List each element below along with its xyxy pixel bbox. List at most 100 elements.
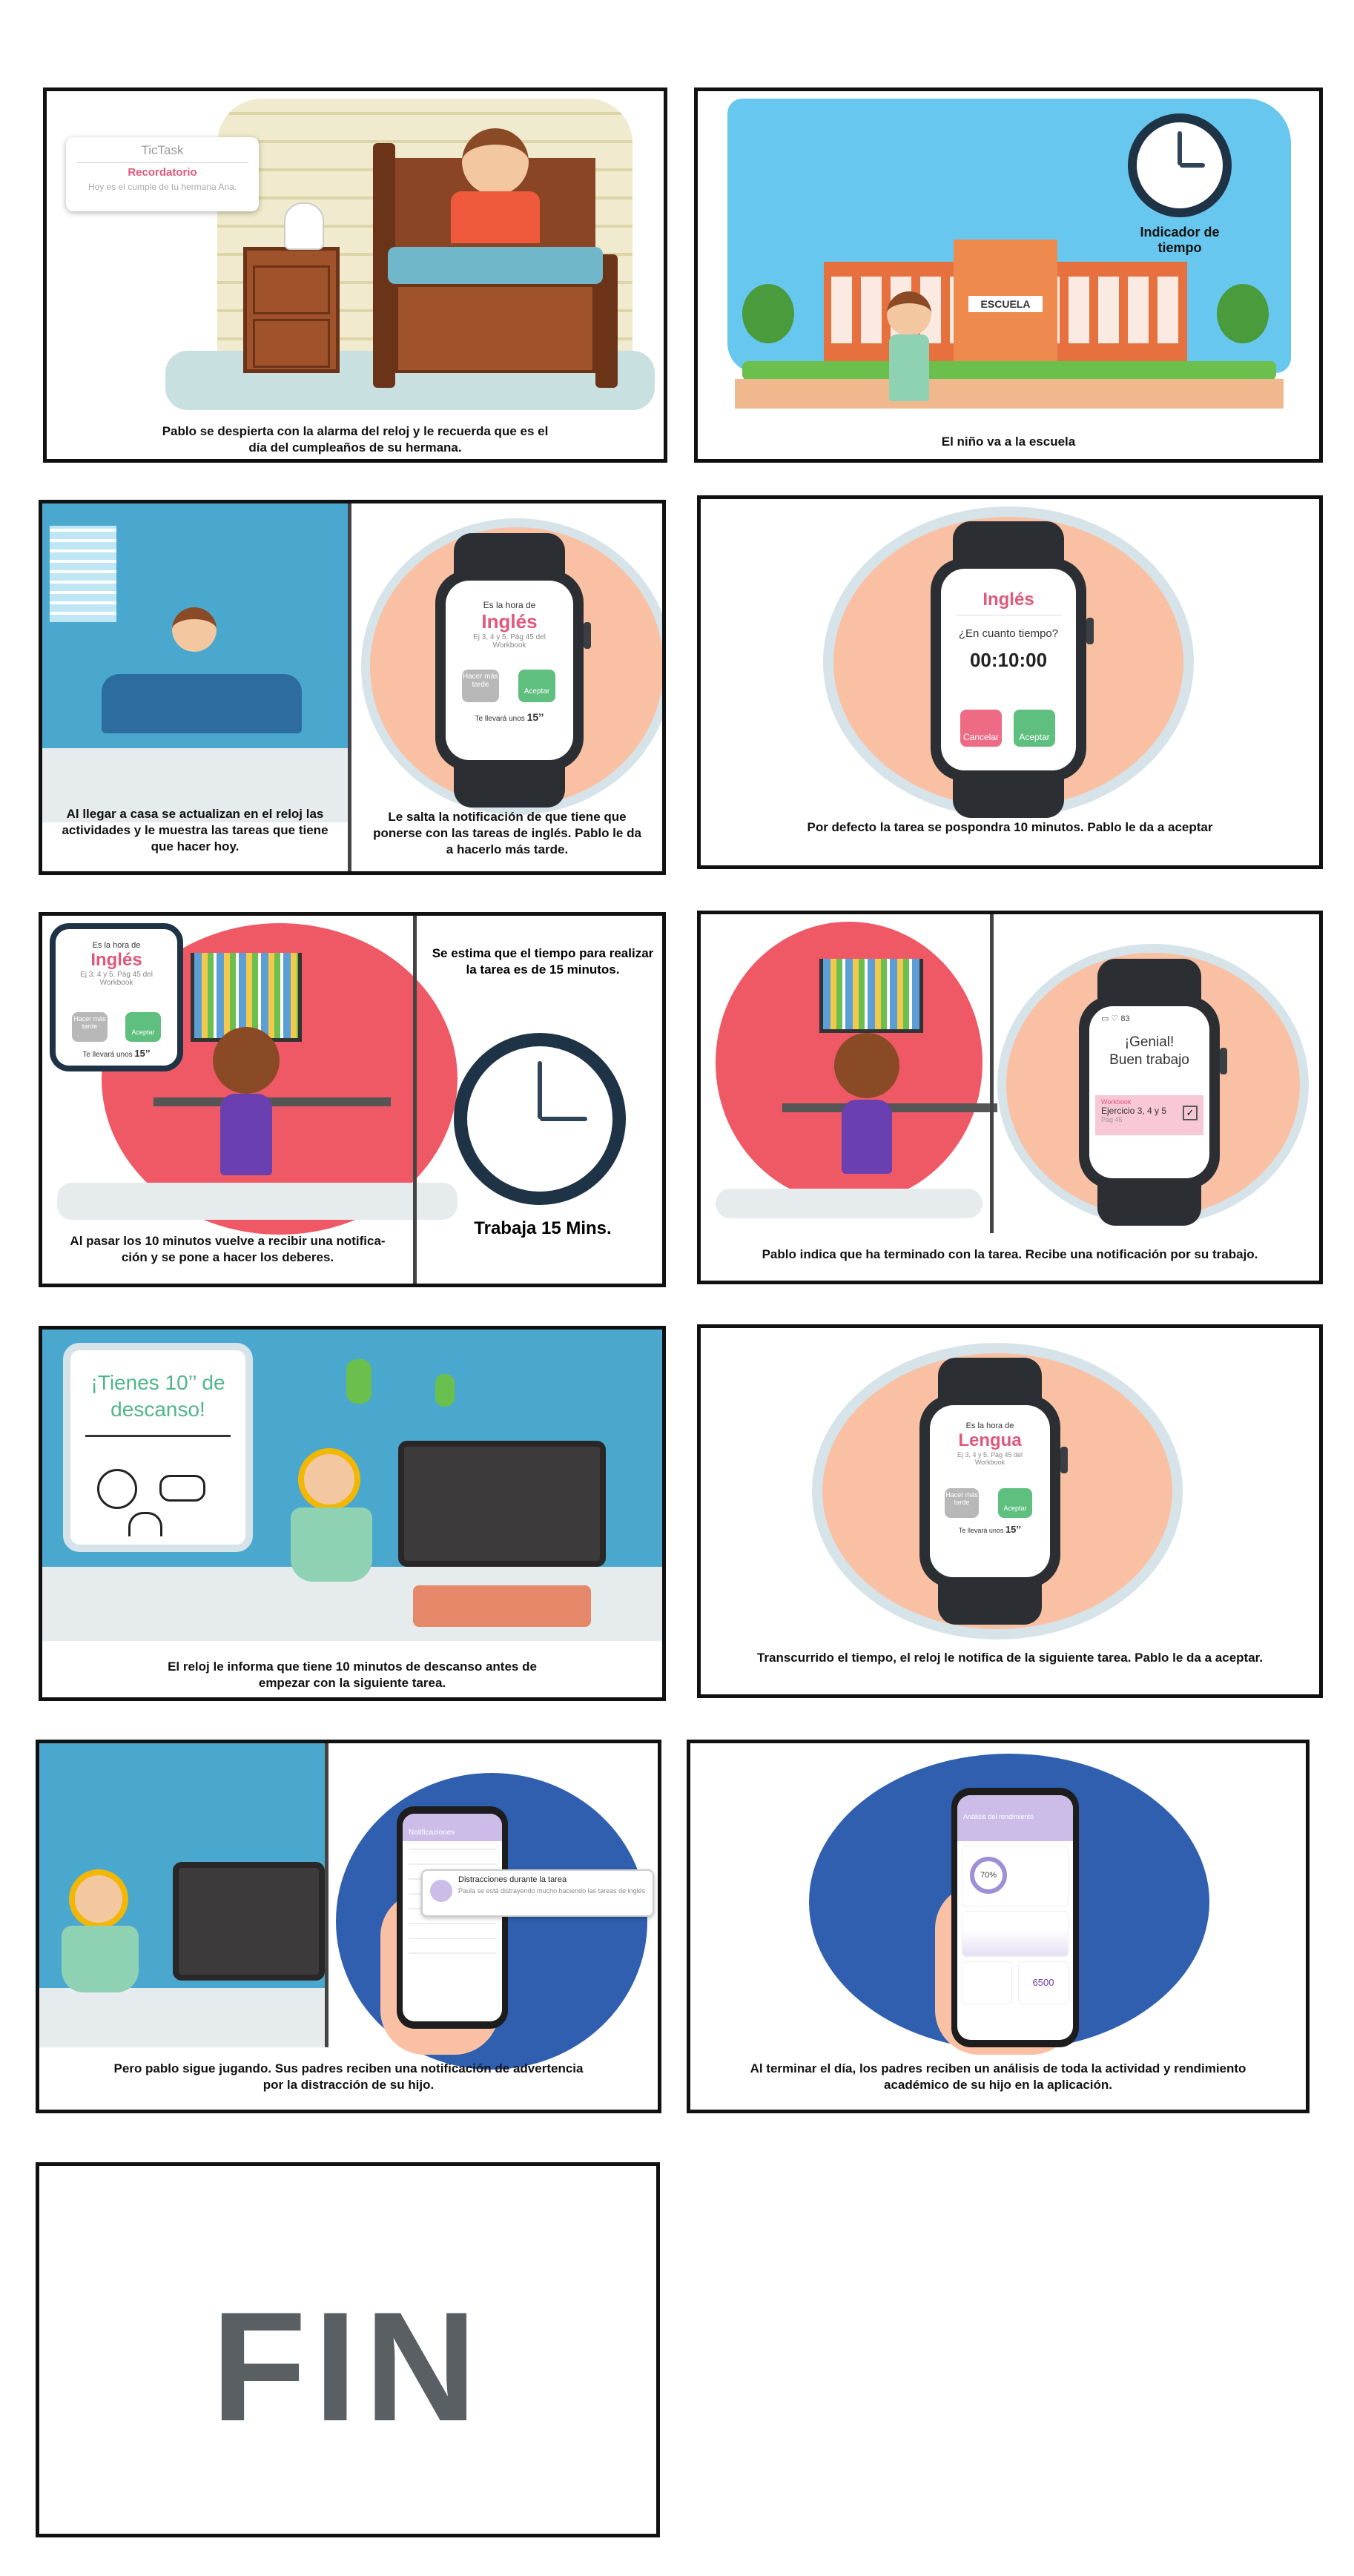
tv-stand bbox=[413, 1585, 591, 1627]
accept-button[interactable]: Aceptar bbox=[518, 670, 555, 702]
estimate-label: Te llevará unos bbox=[82, 1051, 133, 1059]
checkbox-icon[interactable]: ✓ bbox=[1183, 1106, 1198, 1120]
divider bbox=[348, 503, 351, 871]
watch-popup: Es la hora de Inglés Ej 3, 4 y 5. Pág 45… bbox=[50, 923, 183, 1071]
bookshelf bbox=[819, 959, 923, 1033]
status-bar: ▭ ♡ 83 bbox=[1101, 1014, 1198, 1023]
watch-time[interactable]: 00:10:00 bbox=[941, 649, 1076, 672]
estimate-text: Se estima que el tiempo para realizar la… bbox=[432, 946, 654, 977]
later-button[interactable]: Hacer más tarde bbox=[945, 1488, 979, 1518]
caption: El reloj le informa que tiene 10 minutos… bbox=[168, 1659, 537, 1690]
phone: Notificaciones bbox=[397, 1806, 508, 2029]
alert-icon bbox=[430, 1880, 452, 1902]
task-card: Workbook Ejercicio 3, 4 y 5 Pág 45 ✓ bbox=[1095, 1095, 1203, 1135]
caption-right: Le salta la notificación de que tiene qu… bbox=[373, 810, 641, 856]
watch-subject: Lengua bbox=[958, 1430, 1022, 1450]
accept-button[interactable]: Aceptar bbox=[998, 1488, 1032, 1518]
caption: Por defecto la tarea se pospondra 10 min… bbox=[807, 820, 1213, 834]
panel-break: ¡Tienes 10’’ de descanso! El reloj le in… bbox=[39, 1326, 666, 1701]
school-sign: ESCUELA bbox=[968, 296, 1043, 312]
desk bbox=[153, 1097, 391, 1106]
kid-pajama bbox=[451, 191, 540, 243]
watch-screen: Es la hora de Lengua Ej 3, 4 y 5. Pág 45… bbox=[930, 1405, 1050, 1577]
smartwatch: Es la hora de Inglés Ej 3, 4 y 5. Pág 45… bbox=[435, 533, 591, 808]
kid-back bbox=[834, 1033, 899, 1098]
watch-estimate: Te llevará unos 15’’ bbox=[56, 1048, 177, 1059]
steps-card: 6500 bbox=[1018, 1961, 1069, 2004]
watch-subject: Inglés bbox=[90, 950, 142, 970]
later-button[interactable]: Hacer más tarde bbox=[72, 1012, 108, 1042]
panel-end: FIN bbox=[36, 2162, 660, 2537]
caption: Al terminar el día, los padres reciben u… bbox=[750, 2061, 1246, 2092]
kid-back bbox=[213, 1027, 280, 1094]
panel-postpone: Inglés ¿En cuanto tiempo? 00:10:00 Cance… bbox=[697, 495, 1323, 869]
kid-body bbox=[889, 334, 929, 401]
estimate-label: Te llevará unos bbox=[958, 1527, 1004, 1534]
floor bbox=[716, 1189, 983, 1218]
gamepad-icon bbox=[159, 1475, 205, 1502]
panel-homework: Es la hora de Inglés Ej 3, 4 y 5. Pág 45… bbox=[39, 912, 666, 1287]
watch-screen: ▭ ♡ 83 ¡Genial! Buen trabajo Workbook Ej… bbox=[1089, 1006, 1209, 1178]
accept-button[interactable]: Aceptar bbox=[1014, 710, 1055, 747]
phone-screen: Análisis del rendimiento 70% 6500 bbox=[957, 1795, 1073, 2040]
estimate-label: Te llevará unos bbox=[475, 715, 525, 723]
grass bbox=[742, 361, 1276, 380]
tree-right bbox=[1217, 284, 1269, 343]
ground bbox=[735, 379, 1284, 409]
divider bbox=[325, 1743, 328, 2047]
panel-wake-up: TicTask Recordatorio Hoy es el cumple de… bbox=[43, 87, 667, 463]
watch-question: ¿En cuanto tiempo? bbox=[958, 627, 1059, 640]
app-name: TicTask bbox=[141, 143, 184, 157]
heart-card bbox=[962, 1961, 1012, 2004]
nightstand bbox=[243, 247, 340, 373]
caption-left: Al llegar a casa se actualizan en el rel… bbox=[62, 807, 328, 853]
tv bbox=[398, 1441, 606, 1567]
clock-hour-hand bbox=[540, 1117, 587, 1121]
kid-gaming bbox=[298, 1448, 360, 1510]
sofa bbox=[102, 674, 302, 733]
watch-header: Es la hora de bbox=[92, 941, 141, 950]
kid-sitting bbox=[172, 607, 217, 652]
work-label: Trabaja 15 Mins. bbox=[474, 1218, 612, 1238]
notification-body: Hoy es el cumple de tu hermana Ana. bbox=[87, 182, 237, 192]
divider bbox=[990, 914, 994, 1233]
floor bbox=[57, 1183, 458, 1220]
watch-header: Es la hora de bbox=[965, 1421, 1014, 1430]
estimate-minutes: 15’’ bbox=[1005, 1524, 1022, 1535]
time-indicator-label: Indicador de tiempo bbox=[1140, 225, 1220, 255]
kid-body bbox=[62, 1926, 139, 1992]
kid-waking bbox=[462, 128, 529, 195]
chair bbox=[220, 1094, 272, 1175]
watch-header: Es la hora de bbox=[483, 600, 536, 610]
performance-card: 70% bbox=[962, 1846, 1069, 1906]
accept-button[interactable]: Aceptar bbox=[125, 1012, 161, 1042]
heart-icon: ♡ bbox=[1111, 1014, 1119, 1023]
phone-screen: Notificaciones bbox=[403, 1814, 502, 2021]
distraction-alert[interactable]: Distracciones durante la tarea Paula se … bbox=[421, 1869, 654, 1917]
lamp bbox=[284, 202, 324, 250]
progress-ring: 70% bbox=[970, 1857, 1007, 1894]
task-tag: Workbook bbox=[1101, 1098, 1132, 1106]
alert-body: Paula se está distrayendo mucho haciendo… bbox=[458, 1887, 646, 1895]
cancel-button[interactable]: Cancelar bbox=[960, 710, 1002, 747]
watch-subject: Inglés bbox=[481, 610, 538, 633]
activity-chart bbox=[962, 1911, 1069, 1957]
caption: Pablo se despierta con la alarma del rel… bbox=[162, 424, 549, 455]
clock-minute-hand bbox=[538, 1061, 542, 1119]
kid-standing bbox=[887, 291, 931, 336]
divider bbox=[413, 916, 417, 1284]
panel-home-update: Es la hora de Inglés Ej 3, 4 y 5. Pág 45… bbox=[39, 500, 666, 875]
later-button[interactable]: Hacer más tarde bbox=[462, 670, 499, 702]
success-title: ¡Genial! Buen trabajo bbox=[1109, 1034, 1189, 1068]
panel-school: ESCUELA Indicador de tiempo El niño va a… bbox=[694, 87, 1323, 463]
steps-value: 6500 bbox=[1032, 1977, 1054, 1988]
status-value: 83 bbox=[1120, 1014, 1130, 1023]
watch-subject: Inglés bbox=[956, 589, 1061, 615]
stats-row: 6500 bbox=[962, 1961, 1069, 2004]
smartwatch: Es la hora de Lengua Ej 3, 4 y 5. Pág 45… bbox=[919, 1358, 1068, 1625]
smartwatch: ▭ ♡ 83 ¡Genial! Buen trabajo Workbook Ej… bbox=[1079, 959, 1227, 1226]
watch-detail: Ej 3, 4 y 5. Pág 45 del Workbook bbox=[80, 971, 153, 987]
panel-next-task: Es la hora de Lengua Ej 3, 4 y 5. Pág 45… bbox=[697, 1324, 1323, 1698]
clock-hour-hand bbox=[1180, 163, 1205, 168]
panel-distraction: Notificaciones Distracciones durante la … bbox=[36, 1740, 661, 2113]
